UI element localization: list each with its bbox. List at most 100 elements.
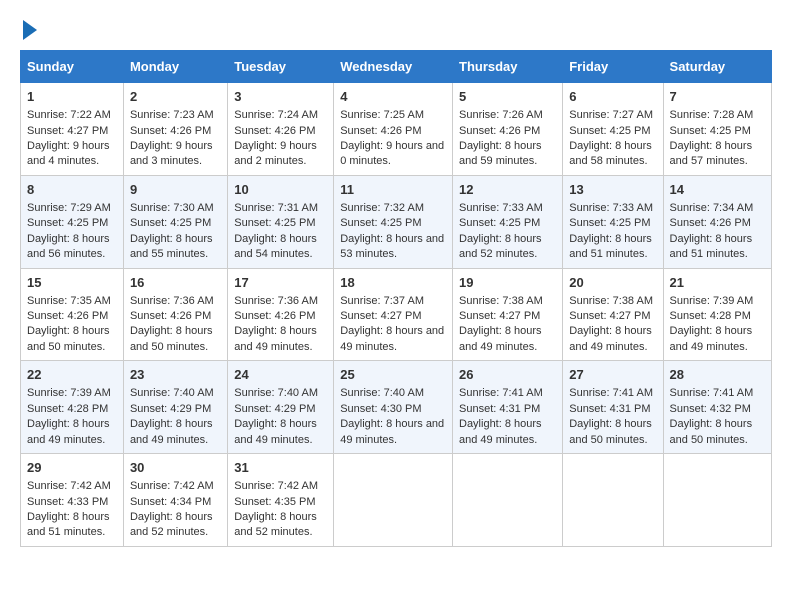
calendar-cell: 12Sunrise: 7:33 AMSunset: 4:25 PMDayligh… [453, 175, 563, 268]
sunrise-text: Sunrise: 7:30 AM [130, 201, 221, 216]
sunset-text: Sunset: 4:27 PM [459, 309, 556, 324]
sunrise-text: Sunrise: 7:42 AM [27, 479, 117, 494]
column-header-friday: Friday [563, 51, 663, 83]
sunset-text: Sunset: 4:26 PM [459, 124, 556, 139]
sunset-text: Sunset: 4:25 PM [670, 124, 765, 139]
calendar-cell [563, 454, 663, 547]
calendar-cell: 27Sunrise: 7:41 AMSunset: 4:31 PMDayligh… [563, 361, 663, 454]
day-number: 3 [234, 88, 327, 106]
sunrise-text: Sunrise: 7:35 AM [27, 294, 117, 309]
sunset-text: Sunset: 4:28 PM [27, 402, 117, 417]
sunrise-text: Sunrise: 7:36 AM [130, 294, 221, 309]
calendar-cell: 4 Sunrise: 7:25 AMSunset: 4:26 PMDaylight… [334, 83, 453, 176]
sunrise-text: Sunrise: 7:41 AM [459, 386, 556, 401]
day-number: 15 [27, 274, 117, 292]
sunset-text: Sunset: 4:25 PM [340, 216, 446, 231]
day-number: 29 [27, 459, 117, 477]
day-number: 1 [27, 88, 117, 106]
daylight-text: Daylight: 8 hours and 59 minutes. [459, 139, 556, 170]
daylight-text: Daylight: 8 hours and 49 minutes. [234, 324, 327, 355]
sunset-text: Sunset: 4:33 PM [27, 495, 117, 510]
day-number: 11 [340, 181, 446, 199]
daylight-text: Daylight: 8 hours and 49 minutes. [234, 417, 327, 448]
calendar-table: SundayMondayTuesdayWednesdayThursdayFrid… [20, 50, 772, 547]
calendar-cell: 8Sunrise: 7:29 AMSunset: 4:25 PMDaylight… [21, 175, 124, 268]
sunset-text: Sunset: 4:31 PM [459, 402, 556, 417]
day-number: 8 [27, 181, 117, 199]
calendar-cell: 29 Sunrise: 7:42 AMSunset: 4:33 PMDayligh… [21, 454, 124, 547]
day-number: 4 [340, 88, 446, 106]
day-number: 26 [459, 366, 556, 384]
sunrise-text: Sunrise: 7:22 AM [27, 108, 117, 123]
daylight-text: Daylight: 8 hours and 52 minutes. [459, 232, 556, 263]
page-header [20, 20, 772, 40]
logo-triangle-icon [23, 20, 37, 40]
sunrise-text: Sunrise: 7:41 AM [569, 386, 656, 401]
column-header-tuesday: Tuesday [228, 51, 334, 83]
sunrise-text: Sunrise: 7:33 AM [569, 201, 656, 216]
daylight-text: Daylight: 8 hours and 50 minutes. [130, 324, 221, 355]
calendar-cell [453, 454, 563, 547]
calendar-cell: 30Sunrise: 7:42 AMSunset: 4:34 PMDayligh… [123, 454, 227, 547]
sunrise-text: Sunrise: 7:33 AM [459, 201, 556, 216]
week-row-3: 15 Sunrise: 7:35 AMSunset: 4:26 PM Dayligh… [21, 268, 772, 361]
daylight-text: Daylight: 8 hours and 52 minutes. [130, 510, 221, 541]
sunrise-text: Sunrise: 7:39 AM [670, 294, 765, 309]
daylight-text: Daylight: 9 hours and 0 minutes. [340, 139, 446, 170]
sunrise-text: Sunrise: 7:36 AM [234, 294, 327, 309]
daylight-text: Daylight: 8 hours and 51 minutes. [27, 510, 117, 541]
calendar-cell: 28Sunrise: 7:41 AMSunset: 4:32 PMDayligh… [663, 361, 771, 454]
daylight-text: Daylight: 8 hours and 53 minutes. [340, 232, 446, 263]
week-row-5: 29Sunrise: 7:42 AMSunset: 4:33 PMDayligh… [21, 454, 772, 547]
calendar-cell: 11Sunrise: 7:32 AMSunset: 4:25 PMDayligh… [334, 175, 453, 268]
daylight-text: Daylight: 8 hours and 51 minutes. [670, 232, 765, 263]
calendar-cell: 1Sunrise: 7:22 AMSunset: 4:27 PMDaylight… [21, 83, 124, 176]
daylight-text: Daylight: 8 hours and 49 minutes. [459, 324, 556, 355]
calendar-cell: 17Sunrise: 7:36 AMSunset: 4:26 PMDayligh… [228, 268, 334, 361]
sunrise-text: Sunrise: 7:40 AM [130, 386, 221, 401]
logo [20, 20, 37, 40]
sunset-text: Sunset: 4:30 PM [340, 402, 446, 417]
sunrise-text: Sunrise: 7:34 AM [670, 201, 765, 216]
day-number: 28 [670, 366, 765, 384]
sunrise-text: Sunrise: 7:42 AM [234, 479, 327, 494]
day-number: 22 [27, 366, 117, 384]
calendar-cell: 10Sunrise: 7:31 AMSunset: 4:25 PMDayligh… [228, 175, 334, 268]
sunrise-text: Sunrise: 7:24 AM [234, 108, 327, 123]
day-number: 18 [340, 274, 446, 292]
sunset-text: Sunset: 4:32 PM [670, 402, 765, 417]
sunrise-text: Sunrise: 7:40 AM [234, 386, 327, 401]
calendar-cell: 6Sunrise: 7:27 AMSunset: 4:25 PMDaylight… [563, 83, 663, 176]
calendar-cell: 18Sunrise: 7:37 AMSunset: 4:27 PMDayligh… [334, 268, 453, 361]
day-number: 5 [459, 88, 556, 106]
sunset-text: Sunset: 4:26 PM [234, 124, 327, 139]
daylight-text: Daylight: 8 hours and 50 minutes. [670, 417, 765, 448]
sunrise-text: Sunrise: 7:26 AM [459, 108, 556, 123]
day-number: 25 [340, 366, 446, 384]
daylight-text: Daylight: 8 hours and 49 minutes. [670, 324, 765, 355]
sunset-text: Sunset: 4:26 PM [340, 124, 446, 139]
daylight-text: Daylight: 9 hours and 3 minutes. [130, 139, 221, 170]
calendar-cell: 20Sunrise: 7:38 AMSunset: 4:27 PMDayligh… [563, 268, 663, 361]
week-row-2: 8Sunrise: 7:29 AMSunset: 4:25 PMDaylight… [21, 175, 772, 268]
day-number: 31 [234, 459, 327, 477]
calendar-cell: 26Sunrise: 7:41 AMSunset: 4:31 PMDayligh… [453, 361, 563, 454]
day-number: 13 [569, 181, 656, 199]
sunrise-text: Sunrise: 7:27 AM [569, 108, 656, 123]
calendar-cell: 14Sunrise: 7:34 AMSunset: 4:26 PMDayligh… [663, 175, 771, 268]
day-number: 9 [130, 181, 221, 199]
daylight-text: Daylight: 8 hours and 49 minutes. [569, 324, 656, 355]
calendar-cell: 15Sunrise: 7:35 AMSunset: 4:26 PMDayligh… [21, 268, 124, 361]
day-number: 6 [569, 88, 656, 106]
sunset-text: Sunset: 4:34 PM [130, 495, 221, 510]
week-row-4: 22Sunrise: 7:39 AMSunset: 4:28 PMDayligh… [21, 361, 772, 454]
daylight-text: Daylight: 8 hours and 49 minutes. [130, 417, 221, 448]
sunset-text: Sunset: 4:26 PM [27, 309, 117, 324]
sunset-text: Sunset: 4:29 PM [234, 402, 327, 417]
column-header-sunday: Sunday [21, 51, 124, 83]
sunrise-text: Sunrise: 7:25 AM [340, 108, 446, 123]
sunset-text: Sunset: 4:35 PM [234, 495, 327, 510]
column-header-wednesday: Wednesday [334, 51, 453, 83]
day-number: 20 [569, 274, 656, 292]
calendar-cell: 31Sunrise: 7:42 AMSunset: 4:35 PMDayligh… [228, 454, 334, 547]
